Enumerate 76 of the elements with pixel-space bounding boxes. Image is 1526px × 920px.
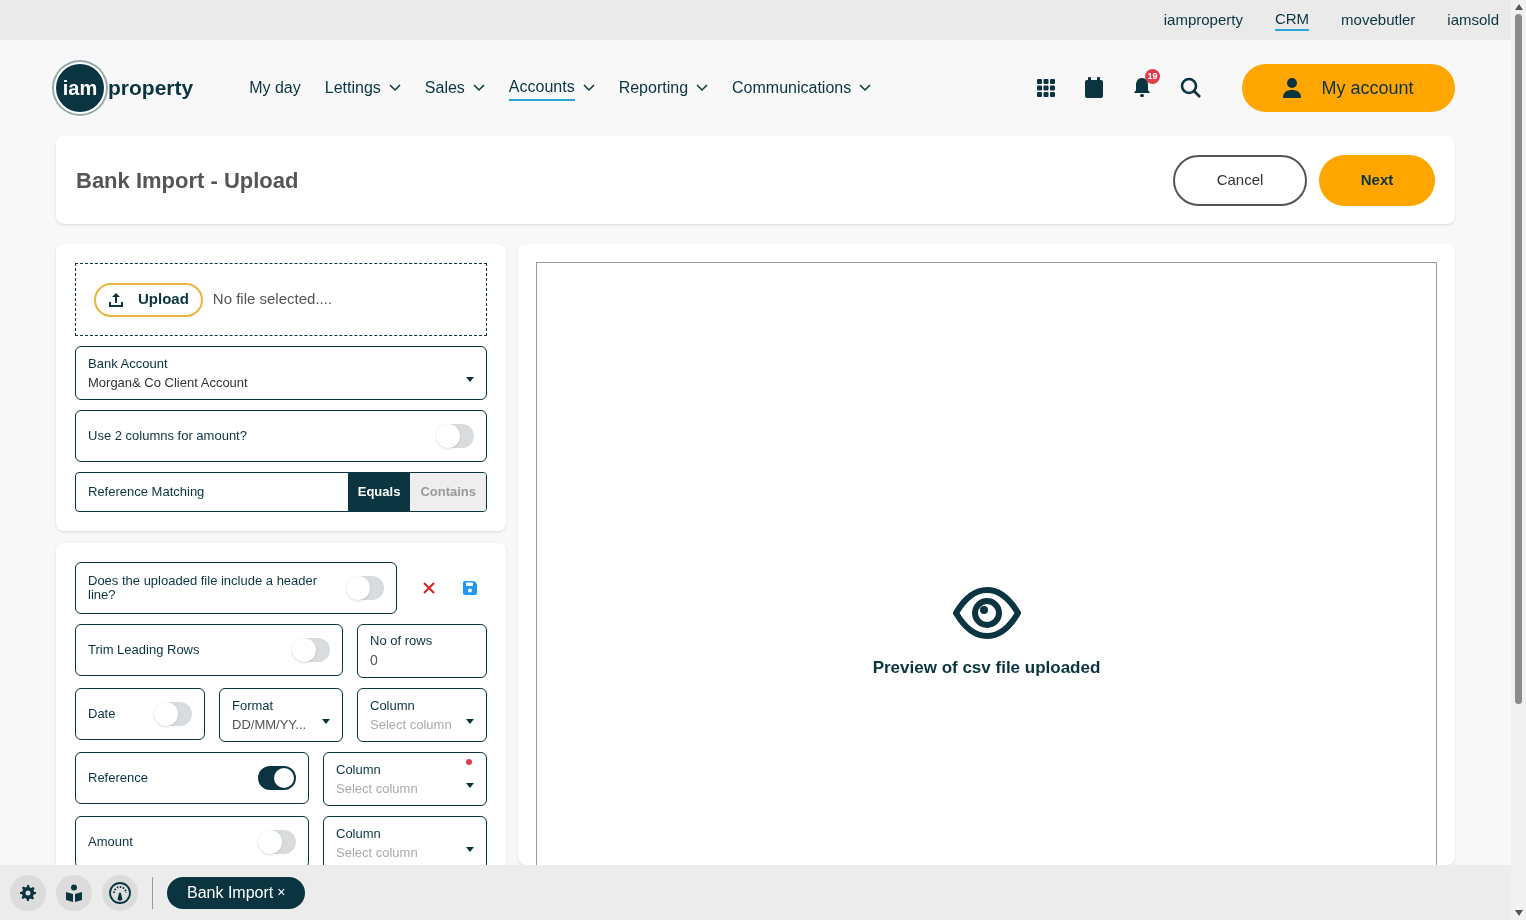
toggle-switch[interactable]	[292, 638, 330, 662]
close-icon[interactable]	[423, 582, 435, 594]
gauge-icon	[108, 880, 132, 905]
top-link[interactable]: movebutler	[1341, 10, 1416, 30]
top-link[interactable]: iamproperty	[1163, 10, 1243, 30]
field-value: DD/MM/YY...	[232, 716, 307, 734]
field-label: Format	[232, 696, 275, 715]
field-label: Reference Matching	[87, 483, 206, 502]
top-link[interactable]: iamsold	[1447, 10, 1499, 30]
apps-grid-icon[interactable]	[1036, 78, 1056, 98]
person-icon	[1283, 78, 1302, 98]
field-label: Column	[336, 824, 382, 843]
toggle-switch[interactable]	[154, 702, 192, 726]
next-button[interactable]: Next	[1319, 154, 1435, 206]
calendar-icon[interactable]	[1084, 77, 1104, 99]
field-label: Date	[88, 707, 116, 721]
scrollbar[interactable]	[1511, 0, 1526, 920]
placeholder-text: Select column	[336, 844, 418, 862]
nav-item[interactable]: Sales	[424, 76, 485, 100]
nav-item[interactable]: Accounts	[508, 75, 595, 101]
cancel-button[interactable]: Cancel	[1173, 154, 1307, 206]
caret-icon	[466, 846, 474, 852]
nav-item[interactable]: My day	[249, 76, 301, 100]
field-label: Amount	[88, 835, 133, 849]
select-field[interactable]: Format DD/MM/YY...	[219, 688, 343, 742]
nav-item[interactable]: Communications	[732, 76, 872, 100]
upload-icon	[108, 291, 124, 308]
toggle-switch[interactable]	[258, 766, 296, 790]
eye-icon	[952, 587, 1021, 640]
caret-icon	[466, 718, 474, 724]
toggle-switch[interactable]	[258, 830, 296, 854]
field-label: Trim Leading Rows	[88, 643, 200, 657]
field-value: Morgan& Co Client Account	[88, 374, 248, 392]
field-label: Column	[370, 696, 416, 715]
field-value: 0	[370, 651, 379, 671]
my-account-button[interactable]: My account	[1242, 64, 1455, 112]
page-title: Bank Import - Upload	[76, 166, 299, 195]
field-label: Bank Account	[88, 354, 169, 373]
scroll-down-arrow-icon[interactable]	[1514, 910, 1523, 916]
field-label: Column	[336, 760, 382, 779]
segment-option[interactable]: Equals	[347, 473, 411, 511]
file-status: No file selected....	[212, 289, 333, 310]
logo[interactable]: iam property	[56, 64, 194, 112]
caret-icon	[466, 376, 474, 382]
field-label: Use 2 columns for amount?	[88, 427, 247, 446]
select-field[interactable]: Column Select column	[357, 688, 487, 742]
preview-caption: Preview of csv file uploaded	[872, 657, 1101, 680]
upload-button[interactable]: Upload	[94, 282, 203, 317]
search-icon[interactable]	[1180, 77, 1202, 99]
settings-button[interactable]	[10, 874, 46, 911]
save-icon[interactable]	[463, 581, 477, 595]
caret-icon	[322, 718, 330, 724]
placeholder-text: Select column	[370, 716, 452, 734]
field-label: Does the uploaded file include a header line?	[88, 574, 319, 602]
field-label: Reference	[88, 771, 148, 785]
dashboard-button[interactable]	[102, 874, 138, 911]
placeholder-text: Select column	[336, 780, 418, 798]
caret-icon	[466, 782, 474, 788]
reader-button[interactable]	[56, 874, 92, 911]
person-reading-icon	[65, 883, 83, 902]
notification-badge: 19	[1145, 69, 1160, 84]
notifications-button[interactable]: 19	[1132, 69, 1160, 99]
toggle-switch[interactable]	[346, 576, 384, 600]
top-link[interactable]: CRM	[1274, 9, 1310, 31]
toggle-switch[interactable]	[436, 424, 474, 448]
number-field[interactable]: No of rows 0	[357, 624, 487, 678]
field-label: No of rows	[370, 631, 434, 650]
bank-account-select[interactable]: Bank Account Morgan& Co Client Account	[75, 346, 487, 400]
scroll-up-arrow-icon[interactable]	[1514, 4, 1523, 10]
settings-icon	[20, 884, 36, 901]
bell-icon	[1132, 77, 1152, 99]
nav-item[interactable]: Reporting	[618, 76, 709, 100]
close-icon[interactable]: ×	[277, 882, 286, 903]
bottom-tab[interactable]: Bank Import ×	[167, 876, 306, 909]
nav-item[interactable]: Lettings	[324, 76, 401, 100]
select-field[interactable]: Column Select column	[323, 752, 487, 806]
